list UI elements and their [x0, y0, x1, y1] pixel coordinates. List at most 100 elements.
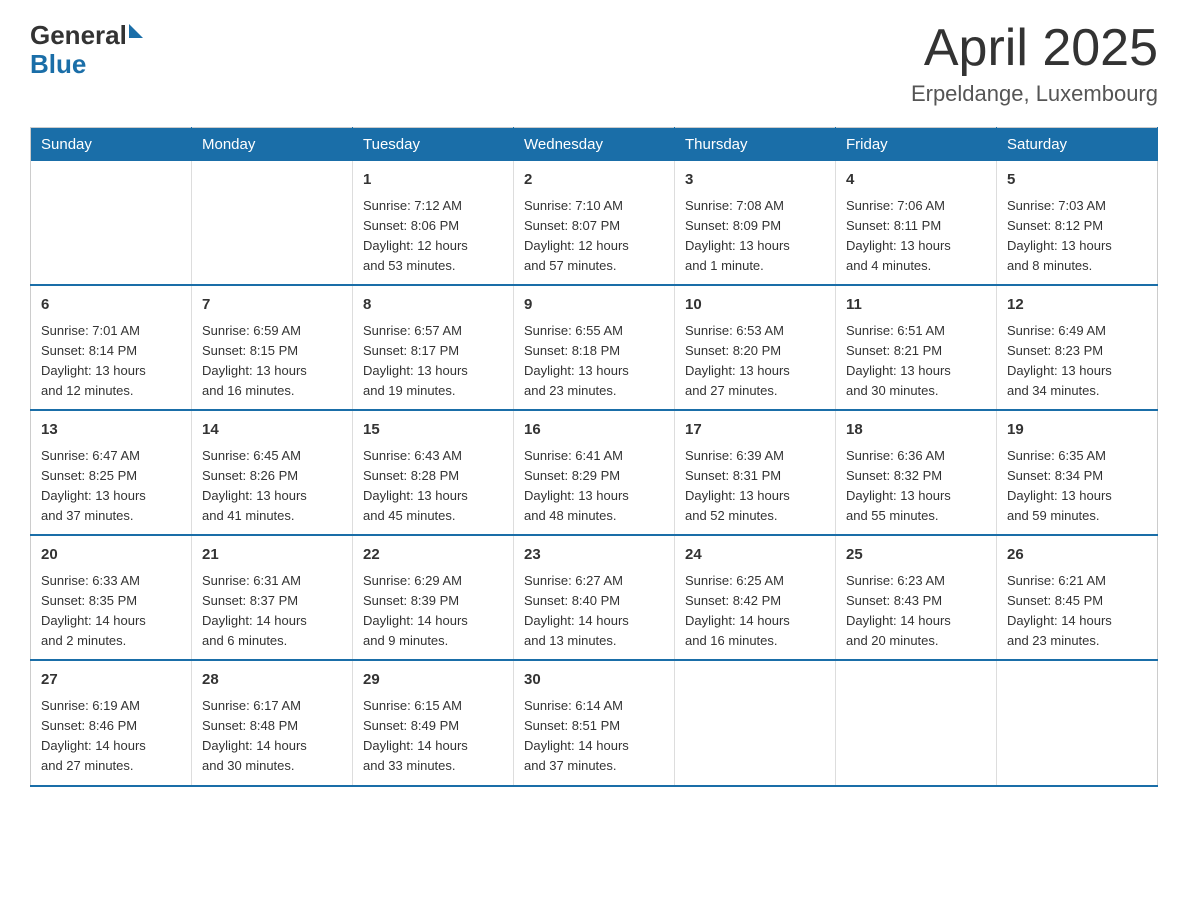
day-number: 17 [685, 419, 825, 442]
day-number: 18 [846, 419, 986, 442]
calendar-cell: 16 Sunrise: 6:41 AM Sunset: 8:29 PM Dayli… [514, 410, 675, 535]
day-number: 26 [1007, 544, 1147, 567]
calendar-cell: 12 Sunrise: 6:49 AM Sunset: 8:23 PM Dayli… [997, 285, 1158, 410]
day-info: Sunrise: 6:36 AM Sunset: 8:32 PM Dayligh… [846, 446, 986, 527]
day-number: 29 [363, 669, 503, 692]
day-info: Sunrise: 6:14 AM Sunset: 8:51 PM Dayligh… [524, 696, 664, 777]
calendar-cell: 15Sunrise: 6:43 AM Sunset: 8:28 PM Dayli… [353, 410, 514, 535]
calendar-cell: 10 Sunrise: 6:53 AM Sunset: 8:20 PM Dayli… [675, 285, 836, 410]
calendar-cell [997, 660, 1158, 785]
day-number: 27 [41, 669, 181, 692]
calendar-cell: 3 Sunrise: 7:08 AM Sunset: 8:09 PM Daylig… [675, 161, 836, 285]
calendar-subtitle: Erpeldange, Luxembourg [911, 81, 1158, 107]
day-info: Sunrise: 6:29 AM Sunset: 8:39 PM Dayligh… [363, 571, 503, 652]
day-number: 30 [524, 669, 664, 692]
day-number: 24 [685, 544, 825, 567]
calendar-cell [192, 161, 353, 285]
calendar-cell [836, 660, 997, 785]
logo-general-text: General [30, 20, 127, 51]
logo-blue-text: Blue [30, 49, 143, 80]
day-number: 13 [41, 419, 181, 442]
calendar-cell: 7 Sunrise: 6:59 AM Sunset: 8:15 PM Daylig… [192, 285, 353, 410]
calendar-cell: 9 Sunrise: 6:55 AM Sunset: 8:18 PM Daylig… [514, 285, 675, 410]
calendar-cell: 20 Sunrise: 6:33 AM Sunset: 8:35 PM Dayli… [31, 535, 192, 660]
day-info: Sunrise: 7:08 AM Sunset: 8:09 PM Dayligh… [685, 196, 825, 277]
calendar-title: April 2025 [911, 20, 1158, 77]
day-number: 16 [524, 419, 664, 442]
day-info: Sunrise: 6:55 AM Sunset: 8:18 PM Dayligh… [524, 321, 664, 402]
day-info: Sunrise: 6:45 AM Sunset: 8:26 PM Dayligh… [202, 446, 342, 527]
days-of-week-row: Sunday Monday Tuesday Wednesday Thursday… [31, 128, 1158, 162]
calendar-week-row: 1 Sunrise: 7:12 AM Sunset: 8:06 PM Daylig… [31, 161, 1158, 285]
day-info: Sunrise: 6:25 AM Sunset: 8:42 PM Dayligh… [685, 571, 825, 652]
calendar-cell: 30 Sunrise: 6:14 AM Sunset: 8:51 PM Dayli… [514, 660, 675, 785]
day-info: Sunrise: 6:23 AM Sunset: 8:43 PM Dayligh… [846, 571, 986, 652]
calendar-cell: 5 Sunrise: 7:03 AM Sunset: 8:12 PM Daylig… [997, 161, 1158, 285]
day-number: 10 [685, 294, 825, 317]
day-number: 5 [1007, 169, 1147, 192]
calendar-cell: 14Sunrise: 6:45 AM Sunset: 8:26 PM Dayli… [192, 410, 353, 535]
calendar-cell: 13 Sunrise: 6:47 AM Sunset: 8:25 PM Dayli… [31, 410, 192, 535]
calendar-cell: 18 Sunrise: 6:36 AM Sunset: 8:32 PM Dayli… [836, 410, 997, 535]
calendar-cell: 2 Sunrise: 7:10 AM Sunset: 8:07 PM Daylig… [514, 161, 675, 285]
day-info: Sunrise: 6:43 AM Sunset: 8:28 PM Dayligh… [363, 446, 503, 527]
day-info: Sunrise: 6:41 AM Sunset: 8:29 PM Dayligh… [524, 446, 664, 527]
calendar-cell: 26Sunrise: 6:21 AM Sunset: 8:45 PM Dayli… [997, 535, 1158, 660]
day-info: Sunrise: 6:59 AM Sunset: 8:15 PM Dayligh… [202, 321, 342, 402]
day-number: 7 [202, 294, 342, 317]
day-info: Sunrise: 7:12 AM Sunset: 8:06 PM Dayligh… [363, 196, 503, 277]
calendar-week-row: 27 Sunrise: 6:19 AM Sunset: 8:46 PM Dayli… [31, 660, 1158, 785]
page-header: General Blue April 2025 Erpeldange, Luxe… [30, 20, 1158, 107]
day-info: Sunrise: 6:33 AM Sunset: 8:35 PM Dayligh… [41, 571, 181, 652]
day-info: Sunrise: 6:49 AM Sunset: 8:23 PM Dayligh… [1007, 321, 1147, 402]
day-info: Sunrise: 7:01 AM Sunset: 8:14 PM Dayligh… [41, 321, 181, 402]
day-number: 20 [41, 544, 181, 567]
col-sunday: Sunday [31, 128, 192, 162]
calendar-cell: 1 Sunrise: 7:12 AM Sunset: 8:06 PM Daylig… [353, 161, 514, 285]
logo: General Blue [30, 20, 143, 80]
col-saturday: Saturday [997, 128, 1158, 162]
calendar-table: Sunday Monday Tuesday Wednesday Thursday… [30, 127, 1158, 786]
calendar-cell: 27 Sunrise: 6:19 AM Sunset: 8:46 PM Dayli… [31, 660, 192, 785]
day-number: 23 [524, 544, 664, 567]
day-number: 19 [1007, 419, 1147, 442]
day-info: Sunrise: 7:03 AM Sunset: 8:12 PM Dayligh… [1007, 196, 1147, 277]
day-number: 6 [41, 294, 181, 317]
day-info: Sunrise: 6:35 AM Sunset: 8:34 PM Dayligh… [1007, 446, 1147, 527]
calendar-cell: 29Sunrise: 6:15 AM Sunset: 8:49 PM Dayli… [353, 660, 514, 785]
day-info: Sunrise: 6:17 AM Sunset: 8:48 PM Dayligh… [202, 696, 342, 777]
col-wednesday: Wednesday [514, 128, 675, 162]
calendar-cell: 19 Sunrise: 6:35 AM Sunset: 8:34 PM Dayli… [997, 410, 1158, 535]
calendar-week-row: 20 Sunrise: 6:33 AM Sunset: 8:35 PM Dayli… [31, 535, 1158, 660]
calendar-header: Sunday Monday Tuesday Wednesday Thursday… [31, 128, 1158, 162]
day-number: 21 [202, 544, 342, 567]
day-number: 22 [363, 544, 503, 567]
day-number: 2 [524, 169, 664, 192]
calendar-cell [31, 161, 192, 285]
day-info: Sunrise: 6:57 AM Sunset: 8:17 PM Dayligh… [363, 321, 503, 402]
day-number: 11 [846, 294, 986, 317]
calendar-cell: 28Sunrise: 6:17 AM Sunset: 8:48 PM Dayli… [192, 660, 353, 785]
calendar-week-row: 6 Sunrise: 7:01 AM Sunset: 8:14 PM Daylig… [31, 285, 1158, 410]
calendar-cell: 4Sunrise: 7:06 AM Sunset: 8:11 PM Daylig… [836, 161, 997, 285]
calendar-cell: 21Sunrise: 6:31 AM Sunset: 8:37 PM Dayli… [192, 535, 353, 660]
day-number: 3 [685, 169, 825, 192]
calendar-cell: 23Sunrise: 6:27 AM Sunset: 8:40 PM Dayli… [514, 535, 675, 660]
day-number: 1 [363, 169, 503, 192]
day-info: Sunrise: 6:53 AM Sunset: 8:20 PM Dayligh… [685, 321, 825, 402]
col-tuesday: Tuesday [353, 128, 514, 162]
day-info: Sunrise: 6:19 AM Sunset: 8:46 PM Dayligh… [41, 696, 181, 777]
calendar-cell: 8 Sunrise: 6:57 AM Sunset: 8:17 PM Daylig… [353, 285, 514, 410]
day-info: Sunrise: 7:10 AM Sunset: 8:07 PM Dayligh… [524, 196, 664, 277]
col-monday: Monday [192, 128, 353, 162]
calendar-cell [675, 660, 836, 785]
day-info: Sunrise: 7:06 AM Sunset: 8:11 PM Dayligh… [846, 196, 986, 277]
day-number: 9 [524, 294, 664, 317]
day-info: Sunrise: 6:47 AM Sunset: 8:25 PM Dayligh… [41, 446, 181, 527]
day-number: 8 [363, 294, 503, 317]
day-number: 12 [1007, 294, 1147, 317]
title-block: April 2025 Erpeldange, Luxembourg [911, 20, 1158, 107]
col-thursday: Thursday [675, 128, 836, 162]
day-number: 25 [846, 544, 986, 567]
calendar-cell: 22 Sunrise: 6:29 AM Sunset: 8:39 PM Dayli… [353, 535, 514, 660]
